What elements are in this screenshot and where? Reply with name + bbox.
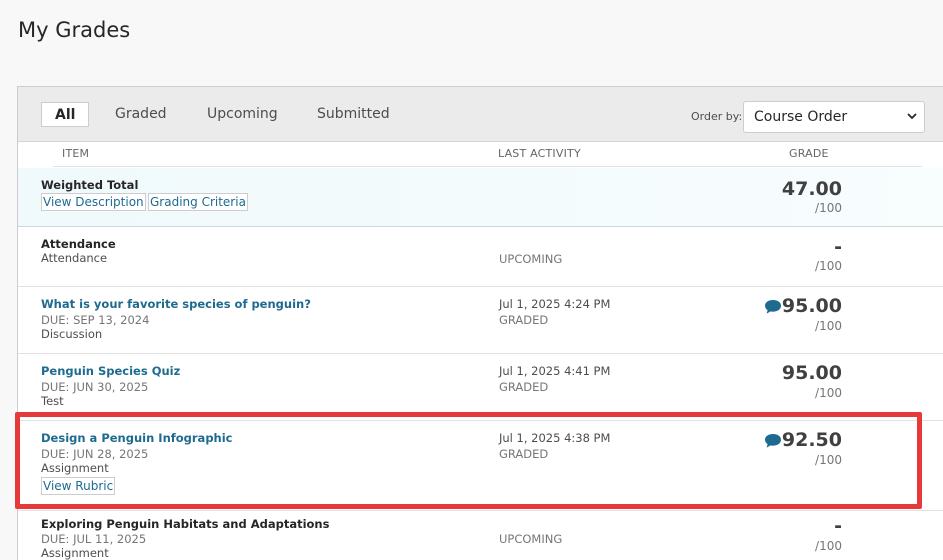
table-row: Exploring Penguin Habitats and Adaptatio… xyxy=(18,511,943,560)
table-row: Attendance Attendance UPCOMING - /100 xyxy=(18,228,943,287)
grades-panel: All Graded Upcoming Submitted Order by: … xyxy=(17,86,943,560)
chevron-down-icon xyxy=(906,102,918,144)
item-link-favorite-species[interactable]: What is your favorite species of penguin… xyxy=(41,297,311,311)
item-type: Assignment xyxy=(41,461,109,475)
header-divider xyxy=(53,166,922,167)
grade-value: 92.50 xyxy=(781,429,842,451)
order-by-label: Order by: xyxy=(691,110,743,123)
column-header-item: ITEM xyxy=(62,147,90,160)
activity-date: Jul 1, 2025 4:41 PM xyxy=(499,364,611,378)
due-date: DUE: JUN 30, 2025 xyxy=(41,380,149,394)
due-date: DUE: SEP 13, 2024 xyxy=(41,313,150,327)
order-by-value: Course Order xyxy=(754,109,848,125)
row-title: Weighted Total xyxy=(41,178,139,192)
item-type: Assignment xyxy=(41,546,109,560)
table-row: Penguin Species Quiz DUE: JUN 30, 2025 T… xyxy=(18,354,943,421)
item-link-species-quiz[interactable]: Penguin Species Quiz xyxy=(41,364,180,378)
view-description-button[interactable]: View Description xyxy=(41,193,146,211)
grade-max: /100 xyxy=(815,539,842,553)
comment-icon[interactable] xyxy=(764,299,782,315)
activity-date: Jul 1, 2025 4:38 PM xyxy=(499,431,611,445)
row-subtitle: Attendance xyxy=(41,251,108,265)
activity-status: GRADED xyxy=(499,380,549,394)
grade-value: 95.00 xyxy=(781,362,842,384)
due-date: DUE: JUL 11, 2025 xyxy=(41,532,147,546)
activity-status: UPCOMING xyxy=(499,252,563,266)
order-by-select[interactable]: Course Order xyxy=(743,101,925,133)
item-type: Test xyxy=(41,394,64,408)
comment-icon[interactable] xyxy=(764,433,782,449)
activity-status: GRADED xyxy=(499,313,549,327)
grade-max: /100 xyxy=(815,319,842,333)
table-row: Design a Penguin Infographic DUE: JUN 28… xyxy=(18,421,943,511)
item-link-penguin-infographic[interactable]: Design a Penguin Infographic xyxy=(41,431,233,445)
column-header-grade: GRADE xyxy=(789,147,829,160)
activity-date: Jul 1, 2025 4:24 PM xyxy=(499,297,611,311)
tab-submitted[interactable]: Submitted xyxy=(317,102,390,127)
grading-criteria-button[interactable]: Grading Criteria xyxy=(148,193,248,211)
tab-upcoming[interactable]: Upcoming xyxy=(207,102,278,127)
grade-max: /100 xyxy=(815,386,842,400)
due-date: DUE: JUN 28, 2025 xyxy=(41,447,149,461)
filter-bar: All Graded Upcoming Submitted Order by: … xyxy=(18,87,943,142)
activity-status: UPCOMING xyxy=(499,532,563,546)
tab-all[interactable]: All xyxy=(41,102,90,127)
page-title: My Grades xyxy=(18,18,131,42)
grade-max: /100 xyxy=(815,453,842,467)
view-rubric-button[interactable]: View Rubric xyxy=(41,477,116,495)
table-row-weighted-total: Weighted Total View Description Grading … xyxy=(18,168,943,227)
column-header-activity: LAST ACTIVITY xyxy=(498,147,581,160)
row-title: Exploring Penguin Habitats and Adaptatio… xyxy=(41,517,330,531)
grade-value: - xyxy=(834,515,842,537)
tab-graded[interactable]: Graded xyxy=(115,102,167,127)
grade-max: /100 xyxy=(815,201,842,215)
grade-value: 47.00 xyxy=(781,178,842,200)
row-title: Attendance xyxy=(41,237,116,251)
activity-status: GRADED xyxy=(499,447,549,461)
grade-value: - xyxy=(834,236,842,258)
grade-value: 95.00 xyxy=(781,295,842,317)
table-row: What is your favorite species of penguin… xyxy=(18,287,943,354)
grade-max: /100 xyxy=(815,259,842,273)
item-type: Discussion xyxy=(41,327,103,341)
